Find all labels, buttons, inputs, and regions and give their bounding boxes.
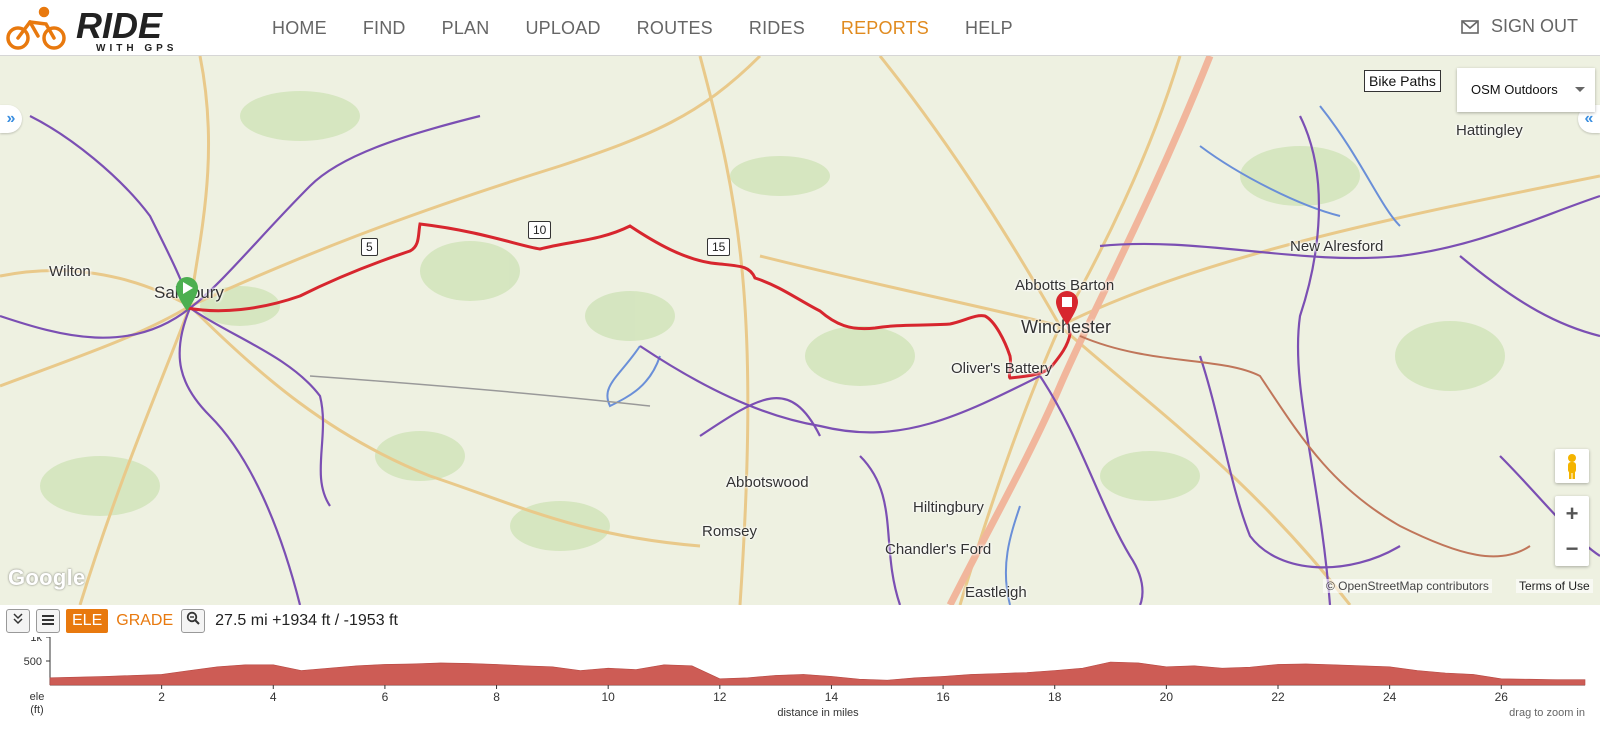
chevron-down-icon (1575, 87, 1585, 92)
route-map[interactable]: Wilton Salisbury Abbotts Barton Winchest… (0, 56, 1600, 605)
grade-tab[interactable]: GRADE (116, 612, 173, 630)
x-tick-label-9: 20 (1160, 690, 1174, 704)
terms-of-use-link[interactable]: Terms of Use (1516, 579, 1593, 593)
logo-word: RIDE (76, 5, 163, 46)
place-new-alresford: New Alresford (1290, 238, 1384, 255)
elevation-area (49, 661, 1586, 686)
sign-out-label: SIGN OUT (1490, 16, 1578, 36)
menu-icon[interactable] (36, 609, 60, 633)
y-axis-label: ele (30, 691, 45, 703)
x-tick-label-8: 18 (1048, 690, 1062, 704)
place-hattingley: Hattingley (1456, 122, 1523, 139)
nav-rides[interactable]: RIDES (749, 18, 805, 39)
place-eastleigh: Eastleigh (965, 584, 1027, 601)
nav-home[interactable]: HOME (272, 18, 327, 39)
nav-plan[interactable]: PLAN (442, 18, 490, 39)
y-tick-label-0: 1k (30, 637, 42, 644)
drag-to-zoom-hint: drag to zoom in (1509, 707, 1585, 719)
google-logo: Google (8, 565, 86, 590)
route-stats: 27.5 mi +1934 ft / -1953 ft (215, 612, 398, 629)
elevation-chart-svg[interactable]: 1k5002 4 6 8 10 12 14 16 18 20 22 24 26ele(ft) distan… (0, 637, 1600, 740)
top-nav-bar: RIDE WITH GPS HOME FIND PLAN UPLOAD ROUT… (0, 0, 1600, 56)
envelope-icon (1461, 19, 1479, 34)
nav-help[interactable]: HELP (965, 18, 1013, 39)
x-tick-label-4: 10 (602, 690, 616, 704)
y-axis-unit-label: (ft) (30, 704, 43, 716)
x-tick-label-12: 26 (1495, 690, 1509, 704)
nav-find[interactable]: FIND (363, 18, 406, 39)
end-pin-icon[interactable] (1054, 290, 1080, 326)
x-tick-label-10: 22 (1271, 690, 1285, 704)
mile-marker-5: 5 (361, 238, 378, 256)
nav-upload[interactable]: UPLOAD (525, 18, 600, 39)
zoom-control: + − (1555, 496, 1589, 566)
start-pin-icon[interactable] (174, 276, 200, 312)
y-tick-label-1: 500 (24, 656, 42, 668)
map-canvas (0, 56, 1600, 605)
x-tick-label-7: 16 (936, 690, 950, 704)
map-attribution[interactable]: © OpenStreetMap contributors (1323, 579, 1492, 593)
place-chandlers-ford: Chandler's Ford (885, 541, 992, 558)
map-layer-select[interactable]: OSM Outdoors (1457, 68, 1595, 112)
collapse-chevron-icon[interactable] (6, 609, 30, 633)
x-tick-label-3: 8 (493, 690, 500, 704)
bike-paths-toggle[interactable]: Bike Paths (1364, 70, 1441, 92)
x-tick-label-2: 6 (382, 690, 389, 704)
zoom-search-icon[interactable] (181, 609, 206, 633)
place-hiltingbury: Hiltingbury (913, 499, 984, 516)
main-roads (0, 56, 1600, 605)
elevation-toolbar: ELE GRADE 27.5 mi +1934 ft / -1953 ft (0, 605, 1600, 637)
zoom-in-button[interactable]: + (1555, 496, 1589, 531)
cyclist-icon (6, 6, 66, 50)
zoom-out-button[interactable]: − (1555, 531, 1589, 566)
mile-marker-15: 15 (707, 238, 731, 256)
main-nav: HOME FIND PLAN UPLOAD ROUTES RIDES REPOR… (254, 0, 1031, 56)
x-tick-label-0: 2 (158, 690, 165, 704)
x-tick-label-1: 4 (270, 690, 277, 704)
map-layer-label: OSM Outdoors (1471, 82, 1558, 97)
x-tick-label-5: 12 (713, 690, 727, 704)
ele-tab[interactable]: ELE (66, 609, 109, 633)
mile-marker-10: 10 (528, 221, 552, 239)
place-wilton: Wilton (49, 263, 91, 280)
place-romsey: Romsey (702, 523, 758, 540)
place-abbotswood: Abbotswood (726, 474, 809, 491)
x-tick-label-6: 14 (825, 690, 839, 704)
elevation-chart[interactable]: 1k 500 2 4 6 8 10 12 14 16 18 20 22 24 26 ele (ft) distan… (0, 637, 1600, 740)
nav-reports[interactable]: REPORTS (841, 18, 929, 39)
railway (309, 375, 651, 407)
x-tick-label-11: 24 (1383, 690, 1397, 704)
logo-subtitle: WITH GPS (96, 43, 177, 54)
place-olivers-battery: Oliver's Battery (951, 360, 1053, 377)
street-view-pegman-icon[interactable] (1555, 449, 1589, 483)
sign-out-button[interactable]: SIGN OUT (1461, 16, 1578, 37)
nav-routes[interactable]: ROUTES (637, 18, 713, 39)
x-axis-label: distance in miles (777, 707, 859, 719)
ridewithgps-logo[interactable]: RIDE WITH GPS (4, 4, 229, 54)
